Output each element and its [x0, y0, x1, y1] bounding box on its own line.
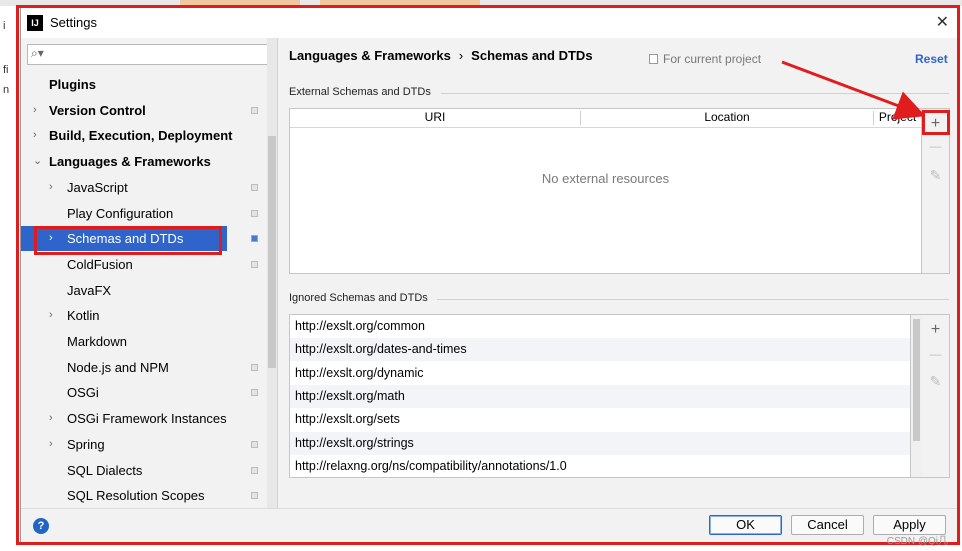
background-glyph: i — [3, 20, 6, 32]
watermark: CSDN @Qi几 — [886, 536, 948, 547]
annotation-highlight-schemas — [34, 226, 222, 255]
background-glyph: fi — [3, 64, 9, 76]
annotation-arrow — [781, 60, 926, 120]
background-glyph: n — [3, 84, 10, 96]
